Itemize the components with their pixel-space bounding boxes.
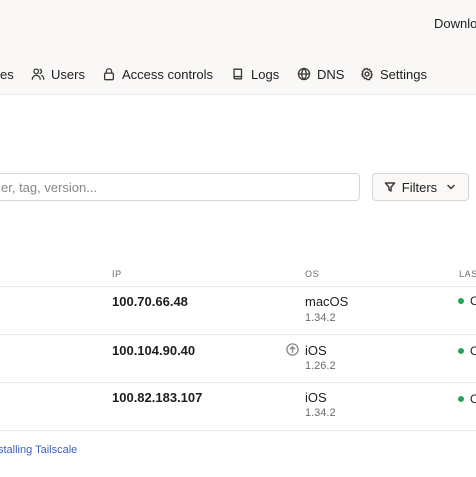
online-status-dot <box>458 298 464 304</box>
nav-tab-access-controls[interactable]: Access controls <box>102 66 213 84</box>
machine-os: iOS <box>305 390 327 405</box>
machine-status-label: C <box>470 344 476 358</box>
book-icon <box>231 67 251 84</box>
filters-button-label: Filters <box>401 179 438 195</box>
download-link[interactable]: Download <box>434 16 476 31</box>
machine-os: iOS <box>305 343 327 358</box>
machine-ip: 100.104.90.40 <box>112 343 196 358</box>
top-bar: Download es Users Access controls Logs D… <box>0 0 476 95</box>
nav-tab-logs[interactable]: Logs <box>231 66 279 84</box>
nav-tab-users[interactable]: Users <box>31 66 85 84</box>
table-divider <box>0 430 476 431</box>
column-header-ip: IP <box>112 269 122 279</box>
online-status-dot <box>458 396 464 402</box>
table-divider <box>0 286 476 287</box>
gear-icon <box>360 67 380 84</box>
filter-icon <box>384 181 396 193</box>
nav-tab-settings[interactable]: Settings <box>360 66 427 84</box>
installing-tailscale-link[interactable]: stalling Tailscale <box>0 444 77 456</box>
nav-tab-machines[interactable]: es <box>0 66 14 84</box>
machine-ip: 100.82.183.107 <box>112 390 203 405</box>
nav-tab-access-controls-label: Access controls <box>122 67 214 82</box>
machine-status: C <box>458 344 476 358</box>
chevron-down-icon <box>445 181 457 193</box>
column-header-last-seen[interactable]: LAS <box>459 269 476 279</box>
globe-icon <box>297 67 317 84</box>
table-divider <box>0 334 476 335</box>
users-icon <box>31 67 51 84</box>
online-status-dot <box>458 348 464 354</box>
machine-status-label: C <box>470 392 476 406</box>
machine-status: C <box>458 294 476 308</box>
machine-os: macOS <box>305 294 349 309</box>
column-header-os: OS <box>305 269 320 279</box>
nav-tab-dns[interactable]: DNS <box>297 66 344 84</box>
table-divider <box>0 382 476 383</box>
machine-status: C <box>458 392 476 406</box>
search-input[interactable] <box>0 173 360 201</box>
machine-version: 1.34.2 <box>305 312 336 324</box>
nav-tab-machines-label: es <box>0 67 14 82</box>
nav-tab-logs-label: Logs <box>251 67 280 82</box>
machine-status-label: C <box>470 294 476 308</box>
nav-tab-users-label: Users <box>51 67 85 82</box>
filters-button[interactable]: Filters <box>372 173 469 201</box>
machine-version: 1.26.2 <box>305 360 336 372</box>
machine-version: 1.34.2 <box>305 407 336 419</box>
machine-ip: 100.70.66.48 <box>112 294 188 309</box>
lock-icon <box>102 67 122 84</box>
update-available-icon[interactable] <box>286 343 299 356</box>
nav-tab-dns-label: DNS <box>317 67 345 82</box>
nav-tab-settings-label: Settings <box>380 67 427 82</box>
